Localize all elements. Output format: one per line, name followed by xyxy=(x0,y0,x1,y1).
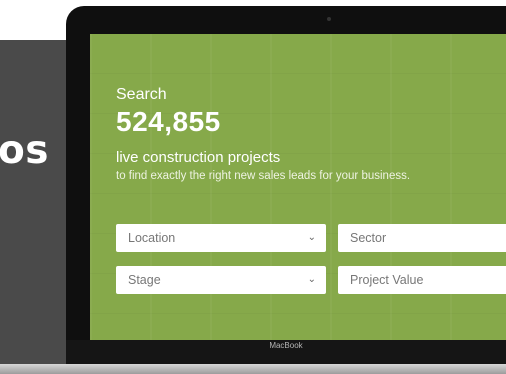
search-label: Search xyxy=(116,86,167,103)
hero-subline: to find exactly the right new sales lead… xyxy=(116,170,411,182)
chevron-down-icon: ⌄ xyxy=(307,274,316,285)
location-select-label: Location xyxy=(128,231,176,245)
project-value-select[interactable]: Project Value xyxy=(338,266,506,294)
brand-label: MacBook xyxy=(269,341,303,350)
chevron-down-icon: ⌄ xyxy=(307,232,316,243)
stage-select-label: Stage xyxy=(128,273,161,287)
project-count: 524,855 xyxy=(116,106,221,137)
side-banner-text: os xyxy=(0,128,50,173)
laptop-base: MacBook xyxy=(66,340,506,364)
hero-headline: live construction projects xyxy=(116,149,281,166)
location-select[interactable]: Location ⌄ xyxy=(116,224,326,252)
sector-select[interactable]: Sector xyxy=(338,224,506,252)
project-value-select-label: Project Value xyxy=(350,273,424,287)
laptop-base-lip xyxy=(0,364,506,374)
stage-select[interactable]: Stage ⌄ xyxy=(116,266,326,294)
laptop-screen: Search 524,855 live construction project… xyxy=(90,34,506,346)
screen-background xyxy=(90,34,506,346)
camera-icon xyxy=(327,17,331,21)
laptop-bezel: Search 524,855 live construction project… xyxy=(66,6,506,364)
sector-select-label: Sector xyxy=(350,231,387,245)
